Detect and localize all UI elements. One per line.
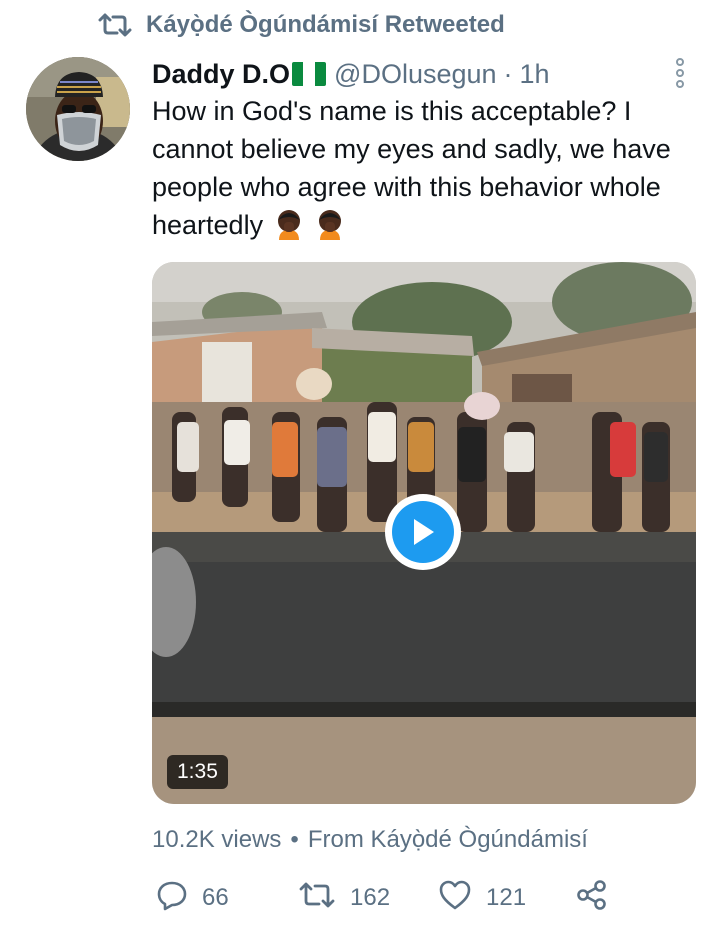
like-count: 121 <box>486 884 527 911</box>
avatar[interactable] <box>26 57 130 161</box>
tweet-header: Daddy D.O @DOlusegun · 1h <box>152 56 660 92</box>
meta-separator: • <box>290 826 299 853</box>
tweet-time[interactable]: 1h <box>520 59 550 90</box>
author-handle[interactable]: @DOlusegun <box>334 59 497 90</box>
author-name[interactable]: Daddy D.O <box>152 59 290 90</box>
tweet-text: How in God's name is this acceptable? I … <box>152 92 697 250</box>
tweet-meta: 10.2K views • From Káyọ̀dé Ògúndámisí <box>152 822 588 858</box>
header-separator: · <box>503 58 513 89</box>
face-palm-emoji <box>314 208 346 250</box>
play-button[interactable] <box>385 494 461 570</box>
retweet-label: Káyọ̀dé Ògúndámisí Retweeted <box>146 11 505 38</box>
reply-icon <box>156 879 188 918</box>
retweet-indicator[interactable]: Káyọ̀dé Ògúndámisí Retweeted <box>98 8 505 42</box>
reply-count: 66 <box>202 884 229 911</box>
face-palm-emoji <box>273 208 305 250</box>
retweet-button[interactable]: 162 <box>298 876 390 920</box>
view-count: 10.2K views <box>152 826 282 853</box>
video-player[interactable]: 1:35 <box>152 262 696 804</box>
retweet-icon <box>98 12 132 38</box>
share-icon <box>576 879 608 918</box>
retweet-count: 162 <box>350 884 391 911</box>
play-icon <box>392 501 454 563</box>
video-duration: 1:35 <box>167 755 228 789</box>
action-bar: 66 162 121 <box>152 876 622 920</box>
heart-icon <box>438 879 472 918</box>
like-button[interactable]: 121 <box>438 876 526 920</box>
nigeria-flag-icon <box>292 62 327 86</box>
more-options-icon[interactable] <box>672 58 688 88</box>
reply-button[interactable]: 66 <box>156 876 229 920</box>
share-button[interactable] <box>576 876 608 920</box>
tweet-body: How in God's name is this acceptable? I … <box>152 96 671 240</box>
video-source[interactable]: From Káyọ̀dé Ògúndámisí <box>308 826 588 854</box>
retweet-action-icon <box>298 880 336 917</box>
